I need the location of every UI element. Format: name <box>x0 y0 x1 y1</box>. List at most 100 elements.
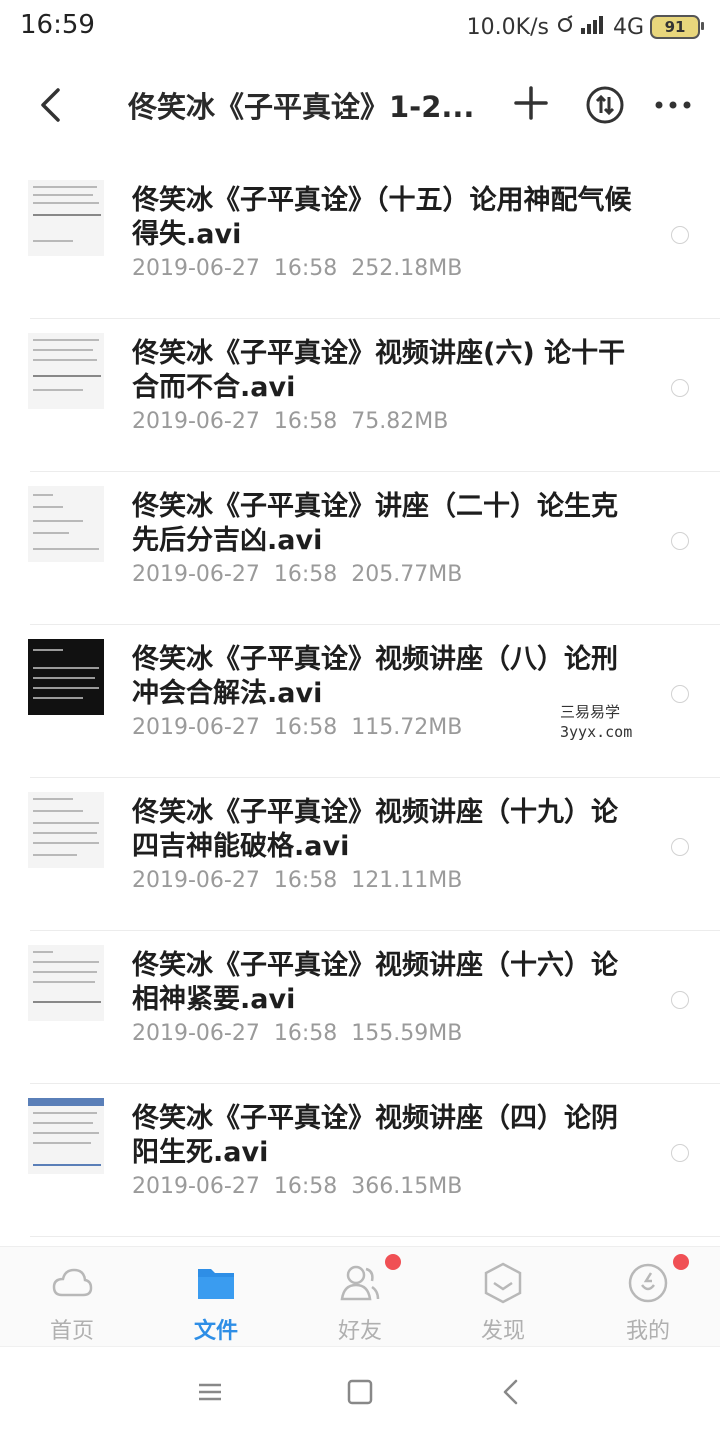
nav-label: 发现 <box>480 1319 525 1344</box>
file-thumbnail <box>28 945 104 1021</box>
file-size: 366.15MB <box>351 1174 463 1199</box>
file-meta: 2019-06-27 16:58 115.72MB <box>132 715 462 740</box>
nav-label: 我的 <box>625 1319 670 1344</box>
file-meta: 2019-06-27 16:58 155.59MB <box>132 1021 462 1046</box>
select-checkbox[interactable] <box>671 532 689 550</box>
file-size: 115.72MB <box>351 715 463 740</box>
file-date: 2019-06-27 <box>132 1021 260 1046</box>
file-size: 252.18MB <box>351 256 463 281</box>
battery-level: 91 <box>664 18 686 36</box>
file-size: 75.82MB <box>351 409 449 434</box>
more-icon <box>655 101 691 109</box>
friends-icon <box>340 1265 380 1301</box>
home-button[interactable] <box>343 1375 377 1409</box>
folder-icon <box>198 1269 234 1299</box>
notification-badge <box>673 1254 689 1270</box>
select-checkbox[interactable] <box>671 685 689 703</box>
status-time: 16:59 <box>20 10 95 40</box>
file-time: 16:58 <box>273 715 338 740</box>
file-item-partial[interactable] <box>0 1237 720 1246</box>
watermark: 三易易学 3yyx.com <box>560 702 632 742</box>
file-date: 2019-06-27 <box>132 1174 260 1199</box>
file-thumbnail <box>28 1098 104 1174</box>
nav-label: 文件 <box>193 1319 238 1344</box>
more-button[interactable] <box>650 84 696 126</box>
file-meta: 2019-06-27 16:58 75.82MB <box>132 409 448 434</box>
hotspot-icon <box>555 14 575 40</box>
discover-icon <box>484 1262 522 1304</box>
file-thumbnail <box>28 792 104 868</box>
file-item[interactable]: 佟笑冰《子平真诠》讲座（二十）论生克先后分吉凶.avi 2019-06-27 1… <box>0 472 720 625</box>
system-nav-bar <box>0 1346 720 1441</box>
nav-discover[interactable]: 发现 <box>443 1247 563 1347</box>
notification-badge <box>385 1254 401 1270</box>
file-list: 佟笑冰《子平真诠》（十五）论用神配气候得失.avi 2019-06-27 16:… <box>0 156 720 1246</box>
file-date: 2019-06-27 <box>132 868 260 893</box>
system-back-button[interactable] <box>495 1375 529 1409</box>
file-item[interactable]: 佟笑冰《子平真诠》视频讲座（十九）论四吉神能破格.avi 2019-06-27 … <box>0 778 720 931</box>
status-bar: 16:59 10.0K/s 4G 91 <box>0 0 720 56</box>
select-checkbox[interactable] <box>671 991 689 1009</box>
profile-icon <box>628 1263 668 1303</box>
file-time: 16:58 <box>273 256 338 281</box>
file-thumbnail <box>28 333 104 409</box>
file-thumbnail <box>28 180 104 256</box>
nav-friends[interactable]: 好友 <box>300 1247 420 1347</box>
square-icon <box>347 1379 373 1405</box>
file-meta: 2019-06-27 16:58 366.15MB <box>132 1174 462 1199</box>
nav-home[interactable]: 首页 <box>12 1247 132 1347</box>
plus-icon <box>514 86 548 120</box>
file-item[interactable]: 佟笑冰《子平真诠》视频讲座（十六）论相神紧要.avi 2019-06-27 16… <box>0 931 720 1084</box>
file-name: 佟笑冰《子平真诠》视频讲座（十六）论相神紧要.avi <box>132 950 618 1015</box>
file-time: 16:58 <box>273 1174 338 1199</box>
file-thumbnail <box>28 639 104 715</box>
file-date: 2019-06-27 <box>132 562 260 587</box>
file-meta: 2019-06-27 16:58 121.11MB <box>132 868 462 893</box>
app-header: 佟笑冰《子平真诠》1-2... <box>0 56 720 156</box>
file-date: 2019-06-27 <box>132 715 260 740</box>
file-time: 16:58 <box>273 1021 338 1046</box>
file-name: 佟笑冰《子平真诠》视频讲座（八）论刑冲会合解法.avi <box>132 644 618 709</box>
network-type: 4G <box>612 14 644 40</box>
sort-button[interactable] <box>584 84 626 126</box>
chevron-left-icon <box>503 1379 518 1405</box>
page-title: 佟笑冰《子平真诠》1-2... <box>128 90 475 124</box>
file-time: 16:58 <box>273 562 338 587</box>
select-checkbox[interactable] <box>671 1144 689 1162</box>
file-size: 121.11MB <box>351 868 463 893</box>
watermark-line1: 三易易学 <box>560 703 621 721</box>
file-thumbnail <box>28 486 104 562</box>
select-checkbox[interactable] <box>671 838 689 856</box>
file-time: 16:58 <box>273 409 338 434</box>
select-checkbox[interactable] <box>671 226 689 244</box>
nav-label: 好友 <box>337 1319 382 1344</box>
file-size: 205.77MB <box>351 562 463 587</box>
sort-icon <box>586 86 624 124</box>
file-name: 佟笑冰《子平真诠》（十五）论用神配气候得失.avi <box>132 185 632 250</box>
menu-button[interactable] <box>193 1375 227 1409</box>
file-item[interactable]: 佟笑冰《子平真诠》视频讲座（四）论阴阳生死.avi 2019-06-27 16:… <box>0 1084 720 1237</box>
file-meta: 2019-06-27 16:58 205.77MB <box>132 562 462 587</box>
nav-files[interactable]: 文件 <box>156 1247 276 1347</box>
file-name: 佟笑冰《子平真诠》视频讲座（十九）论四吉神能破格.avi <box>132 797 618 862</box>
back-button[interactable] <box>28 80 78 130</box>
file-meta: 2019-06-27 16:58 252.18MB <box>132 256 462 281</box>
file-name: 佟笑冰《子平真诠》讲座（二十）论生克先后分吉凶.avi <box>132 491 618 556</box>
file-date: 2019-06-27 <box>132 409 260 434</box>
watermark-line2: 3yyx.com <box>560 723 633 741</box>
file-item[interactable]: 佟笑冰《子平真诠》（十五）论用神配气候得失.avi 2019-06-27 16:… <box>0 166 720 319</box>
signal-icon <box>580 14 607 40</box>
file-item[interactable]: 佟笑冰《子平真诠》视频讲座(六) 论十干合而不合.avi 2019-06-27 … <box>0 319 720 472</box>
status-indicators: 10.0K/s 4G 91 <box>466 10 704 44</box>
select-checkbox[interactable] <box>671 379 689 397</box>
file-time: 16:58 <box>273 868 338 893</box>
file-name: 佟笑冰《子平真诠》视频讲座（四）论阴阳生死.avi <box>132 1103 618 1168</box>
nav-profile[interactable]: 我的 <box>588 1247 708 1347</box>
chevron-left-icon <box>41 88 60 122</box>
nav-label: 首页 <box>49 1319 94 1344</box>
battery-icon: 91 <box>650 15 704 39</box>
file-name: 佟笑冰《子平真诠》视频讲座(六) 论十干合而不合.avi <box>132 338 626 403</box>
add-button[interactable] <box>508 80 554 126</box>
network-speed: 10.0K/s <box>466 14 549 40</box>
bottom-nav: 首页 文件 好友 发现 我的 <box>0 1246 720 1347</box>
